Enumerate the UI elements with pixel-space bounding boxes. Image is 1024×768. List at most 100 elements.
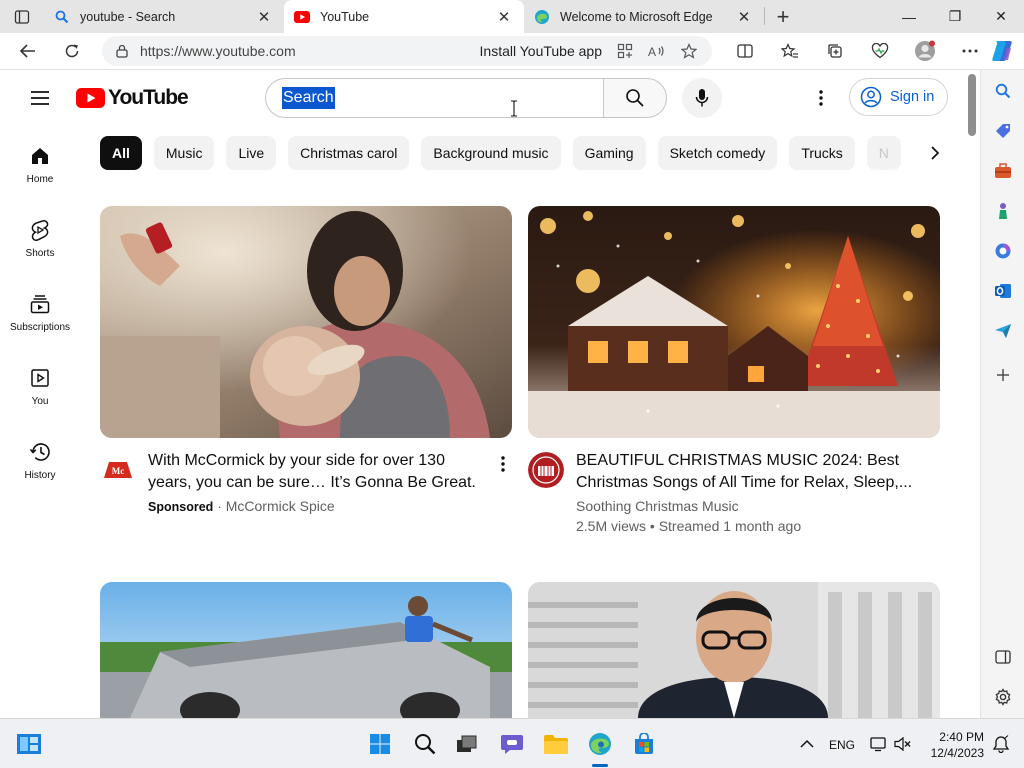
favorite-star-icon[interactable] xyxy=(676,43,702,59)
start-windows-icon[interactable] xyxy=(365,729,395,759)
chevron-right-icon xyxy=(931,146,940,160)
filter-chips: All Music Live Christmas carol Backgroun… xyxy=(100,136,950,170)
video-thumbnail[interactable] xyxy=(100,206,512,438)
video-card[interactable]: Mc With McCormick by your side for over … xyxy=(100,206,512,548)
read-aloud-icon[interactable]: A xyxy=(644,44,670,58)
collections-icon[interactable] xyxy=(812,35,857,67)
volume-muted-icon[interactable] xyxy=(888,729,918,759)
guide-item-history[interactable]: History xyxy=(0,422,80,492)
video-actions-button[interactable] xyxy=(494,452,512,476)
browser-essentials-icon[interactable] xyxy=(857,35,902,67)
search-input[interactable]: Search xyxy=(265,78,604,118)
close-tab-icon[interactable]: ✕ xyxy=(254,7,274,27)
subscriptions-icon xyxy=(28,292,52,316)
chip-christmas-carol[interactable]: Christmas carol xyxy=(288,136,410,170)
close-tab-icon[interactable]: ✕ xyxy=(494,7,514,27)
sign-in-button[interactable]: Sign in xyxy=(849,78,948,116)
chip-gaming[interactable]: Gaming xyxy=(572,136,646,170)
url-text[interactable]: https://www.youtube.com xyxy=(140,43,480,59)
channel-avatar[interactable] xyxy=(528,452,564,488)
show-hidden-icons-chevron-up-icon[interactable] xyxy=(792,729,822,759)
lock-icon[interactable] xyxy=(112,44,132,58)
drop-send-icon[interactable] xyxy=(981,316,1024,346)
address-bar[interactable]: https://www.youtube.com Install YouTube … xyxy=(102,36,712,66)
outlook-icon[interactable] xyxy=(981,276,1024,306)
tab-youtube-search[interactable]: youtube - Search ✕ xyxy=(44,0,284,33)
tab-youtube[interactable]: YouTube ✕ xyxy=(284,0,524,33)
chips-next-button[interactable] xyxy=(918,136,952,170)
restore-button[interactable]: ❐ xyxy=(932,0,978,33)
video-title[interactable]: With McCormick by your side for over 130… xyxy=(148,450,488,494)
close-window-button[interactable]: ✕ xyxy=(978,0,1024,33)
notifications-bell-icon[interactable] xyxy=(986,729,1016,759)
task-view-icon[interactable] xyxy=(452,729,482,759)
shopping-tag-icon[interactable] xyxy=(981,116,1024,146)
video-thumbnail[interactable] xyxy=(100,582,512,718)
edge-browser-taskbar-icon[interactable] xyxy=(585,729,615,759)
sidebar-settings-gear-icon[interactable] xyxy=(981,682,1024,712)
video-card[interactable] xyxy=(528,582,940,718)
close-tab-icon[interactable]: ✕ xyxy=(734,7,754,27)
guide-menu-button[interactable] xyxy=(24,84,56,112)
video-thumbnail[interactable] xyxy=(528,582,940,718)
teams-chat-icon[interactable] xyxy=(497,729,527,759)
voice-search-button[interactable] xyxy=(682,78,722,118)
hide-sidebar-icon[interactable] xyxy=(981,642,1024,672)
system-clock[interactable]: 2:40 PM 12/4/2023 xyxy=(924,729,984,761)
chip-partial[interactable]: N xyxy=(866,136,901,170)
video-meta: BEAUTIFUL CHRISTMAS MUSIC 2024: Best Chr… xyxy=(528,438,940,548)
edge-icon xyxy=(534,9,550,25)
settings-menu-button[interactable] xyxy=(806,82,836,114)
svg-text:Mc: Mc xyxy=(112,466,125,476)
favorites-icon[interactable] xyxy=(767,35,812,67)
search-input-value[interactable]: Search xyxy=(282,87,335,109)
taskbar-search-icon[interactable] xyxy=(410,729,440,759)
new-tab-button[interactable]: + xyxy=(765,0,801,33)
microsoft-store-icon[interactable] xyxy=(629,729,659,759)
guide-item-label: History xyxy=(24,470,56,481)
refresh-button[interactable] xyxy=(54,35,90,67)
guide-item-label: You xyxy=(31,396,49,407)
channel-avatar[interactable]: Mc xyxy=(100,452,136,488)
video-thumbnail[interactable] xyxy=(528,206,940,438)
tab-actions-button[interactable] xyxy=(0,0,44,33)
copilot-icon[interactable] xyxy=(989,38,1015,64)
chip-all[interactable]: All xyxy=(100,136,142,170)
chip-sketch-comedy[interactable]: Sketch comedy xyxy=(657,136,778,170)
settings-more-icon[interactable] xyxy=(947,35,992,67)
page-scrollbar[interactable] xyxy=(964,70,980,718)
guide-item-subscriptions[interactable]: Subscriptions xyxy=(0,274,80,344)
tab-welcome-edge[interactable]: Welcome to Microsoft Edge ✕ xyxy=(524,0,764,33)
back-button[interactable] xyxy=(10,35,46,67)
video-card[interactable]: BEAUTIFUL CHRISTMAS MUSIC 2024: Best Chr… xyxy=(528,206,940,548)
install-app-label[interactable]: Install YouTube app xyxy=(480,43,602,59)
search-button[interactable] xyxy=(603,78,667,118)
app-available-icon[interactable] xyxy=(612,43,638,59)
channel-name[interactable]: Soothing Christmas Music xyxy=(576,498,739,514)
chip-trucks[interactable]: Trucks xyxy=(789,136,855,170)
file-explorer-icon[interactable] xyxy=(541,729,571,759)
add-sidebar-app-icon[interactable] xyxy=(981,360,1024,390)
youtube-logo[interactable]: YouTube xyxy=(76,86,189,110)
guide-item-home[interactable]: Home xyxy=(0,126,80,196)
video-title[interactable]: BEAUTIFUL CHRISTMAS MUSIC 2024: Best Chr… xyxy=(576,450,916,494)
tools-toolbox-icon[interactable] xyxy=(981,156,1024,186)
games-chess-icon[interactable] xyxy=(981,196,1024,226)
chip-background-music[interactable]: Background music xyxy=(421,136,561,170)
profile-avatar[interactable] xyxy=(902,35,947,67)
minimize-button[interactable]: — xyxy=(886,0,932,33)
chip-music[interactable]: Music xyxy=(153,136,215,170)
language-indicator[interactable]: ENG xyxy=(829,738,855,752)
video-card[interactable] xyxy=(100,582,512,718)
scrollbar-thumb[interactable] xyxy=(968,74,976,136)
windows-taskbar: ENG 2:40 PM 12/4/2023 xyxy=(0,718,1024,768)
channel-name[interactable]: McCormick Spice xyxy=(226,498,335,514)
split-screen-icon[interactable] xyxy=(722,35,767,67)
sidebar-search-icon[interactable] xyxy=(981,76,1024,106)
microsoft-365-icon[interactable] xyxy=(981,236,1024,266)
guide-item-you[interactable]: You xyxy=(0,348,80,418)
christmas-village-thumbnail-image xyxy=(528,206,940,438)
chip-live[interactable]: Live xyxy=(226,136,277,170)
widgets-icon[interactable] xyxy=(14,729,44,759)
guide-item-shorts[interactable]: Shorts xyxy=(0,200,80,270)
